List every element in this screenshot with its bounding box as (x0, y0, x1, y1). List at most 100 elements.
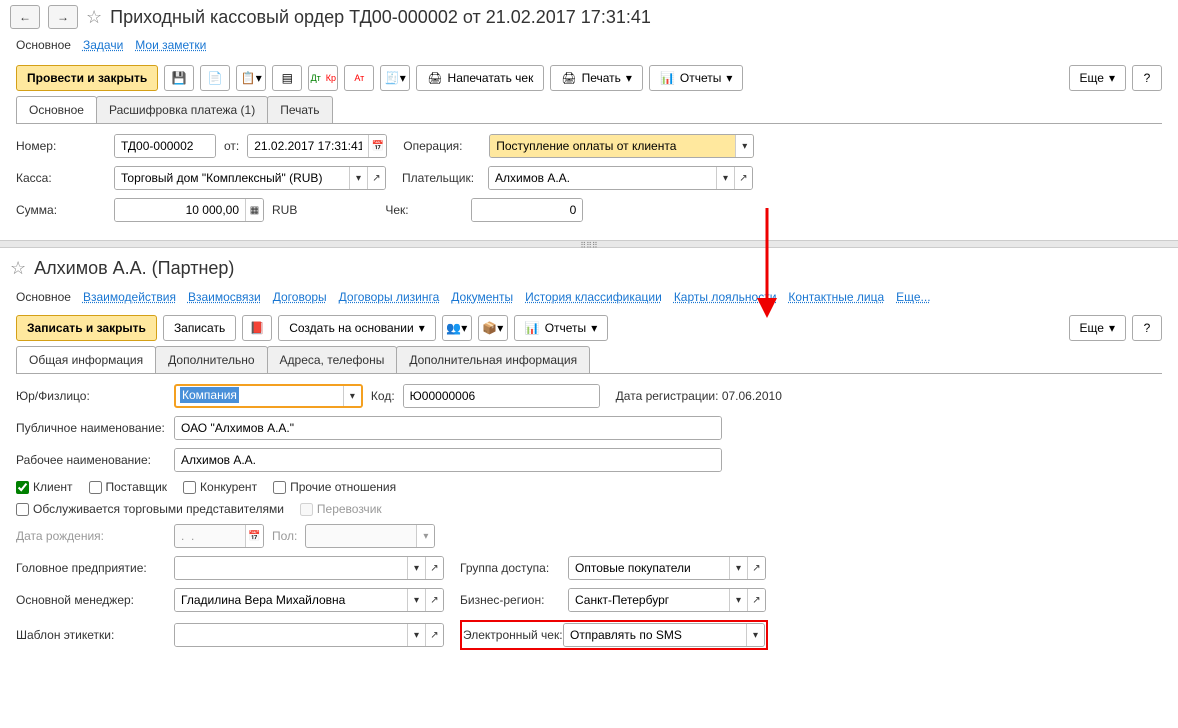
dropdown-icon[interactable]: ▾ (343, 386, 361, 406)
tab-general[interactable]: Общая информация (16, 346, 156, 373)
dropdown-icon[interactable]: ▾ (407, 589, 425, 611)
reg-date-label: Дата регистрации: 07.06.2010 (616, 389, 782, 403)
reports-button[interactable]: 📊 Отчеты ▾ (649, 65, 743, 91)
nav-back-button[interactable]: ← (10, 5, 40, 29)
dropdown-icon: ▾ (416, 525, 434, 547)
dropdown-icon[interactable]: ▾ (407, 557, 425, 579)
post-and-close-button[interactable]: Провести и закрыть (16, 65, 158, 91)
head-company-input[interactable]: ▾↗ (174, 556, 444, 580)
section-interactions[interactable]: Взаимодействия (83, 290, 176, 304)
section-main[interactable]: Основное (16, 38, 71, 52)
dropdown-icon[interactable]: ▾ (729, 589, 747, 611)
open-icon[interactable]: ↗ (747, 589, 765, 611)
save-icon-button[interactable]: 💾 (164, 65, 194, 91)
serviced-checkbox[interactable]: Обслуживается торговыми представителями (16, 502, 284, 516)
dropdown-icon[interactable]: ▾ (349, 167, 367, 189)
open-icon[interactable]: ↗ (734, 167, 752, 189)
number-input[interactable] (114, 134, 216, 158)
document-icon-button[interactable]: ▤ (272, 65, 302, 91)
public-name-input[interactable] (174, 416, 722, 440)
dropdown-icon[interactable]: ▾ (407, 624, 425, 646)
sum-input[interactable]: ▦ (114, 198, 264, 222)
section-more[interactable]: Еще... (896, 290, 930, 304)
open-icon[interactable]: ↗ (425, 557, 443, 579)
cancel-post-button[interactable]: Ат (344, 65, 374, 91)
book-icon-button[interactable]: 📕 (242, 315, 272, 341)
open-icon[interactable]: ↗ (425, 624, 443, 646)
section-relations[interactable]: Взаимосвязи (188, 290, 261, 304)
section-main[interactable]: Основное (16, 290, 71, 304)
favorite-icon[interactable]: ☆ (10, 258, 26, 279)
tab-print[interactable]: Печать (267, 96, 332, 123)
echeck-label: Электронный чек: (463, 628, 563, 642)
section-loyalty[interactable]: Карты лояльности (674, 290, 777, 304)
calendar-icon: 📅 (245, 525, 263, 547)
print-button[interactable]: 🖨 Печать ▾ (550, 65, 643, 91)
check-input[interactable] (471, 198, 583, 222)
head-company-label: Головное предприятие: (16, 561, 166, 575)
dropdown-icon[interactable]: ▾ (746, 624, 764, 646)
client-checkbox[interactable]: Клиент (16, 480, 73, 494)
work-name-input[interactable] (174, 448, 722, 472)
debit-credit-button[interactable]: ДтКр (308, 65, 338, 91)
section-tasks[interactable]: Задачи (83, 38, 123, 52)
section-docs[interactable]: Документы (451, 290, 513, 304)
tab-main[interactable]: Основное (16, 96, 97, 123)
save-and-close-button[interactable]: Записать и закрыть (16, 315, 157, 341)
print-check-button[interactable]: 🖨 Напечатать чек (416, 65, 544, 91)
tab-extra-info[interactable]: Дополнительная информация (396, 346, 590, 373)
open-icon[interactable]: ↗ (747, 557, 765, 579)
save-button[interactable]: Записать (163, 315, 236, 341)
legal-input[interactable]: Компания▾ (174, 384, 363, 408)
open-icon[interactable]: ↗ (425, 589, 443, 611)
nav-forward-button[interactable]: → (48, 5, 78, 29)
competitor-checkbox[interactable]: Конкурент (183, 480, 257, 494)
dropdown-icon[interactable]: ▾ (735, 135, 753, 157)
label-template-input[interactable]: ▾↗ (174, 623, 444, 647)
archive-icon-button[interactable]: 📦▾ (478, 315, 508, 341)
section-leasing[interactable]: Договоры лизинга (339, 290, 440, 304)
tab-additional[interactable]: Дополнительно (155, 346, 267, 373)
supplier-checkbox[interactable]: Поставщик (89, 480, 168, 494)
calendar-icon[interactable]: 📅 (368, 135, 386, 157)
code-input[interactable] (403, 384, 600, 408)
currency-label: RUB (272, 203, 297, 217)
access-group-input[interactable]: ▾↗ (568, 556, 766, 580)
payer-input[interactable]: ▾↗ (488, 166, 753, 190)
section-history[interactable]: История классификации (525, 290, 662, 304)
operation-input[interactable]: ▾ (489, 134, 754, 158)
region-input[interactable]: ▾↗ (568, 588, 766, 612)
tab-addresses[interactable]: Адреса, телефоны (267, 346, 398, 373)
favorite-icon[interactable]: ☆ (86, 7, 102, 28)
dropdown-icon[interactable]: ▾ (716, 167, 734, 189)
receipt-icon-button[interactable]: 🧾▾ (380, 65, 410, 91)
echeck-input[interactable]: ▾ (563, 623, 765, 647)
dropdown-icon[interactable]: ▾ (729, 557, 747, 579)
splitter[interactable]: ⠿⠿⠿ (0, 240, 1178, 248)
gender-input: ▾ (305, 524, 435, 548)
other-rel-checkbox[interactable]: Прочие отношения (273, 480, 396, 494)
birth-input: 📅 (174, 524, 264, 548)
tab-payment-detail[interactable]: Расшифровка платежа (1) (96, 96, 268, 123)
create-based-button[interactable]: Создать на основании ▾ (278, 315, 436, 341)
dropdown-icon-button[interactable]: 📋▾ (236, 65, 266, 91)
cashbox-input[interactable]: ▾↗ (114, 166, 386, 190)
work-name-label: Рабочее наименование: (16, 453, 166, 467)
carrier-checkbox: Перевозчик (300, 502, 382, 516)
date-input[interactable]: 📅 (247, 134, 387, 158)
more-button[interactable]: Еще ▾ (1069, 65, 1126, 91)
calculator-icon[interactable]: ▦ (245, 199, 263, 221)
date-label: от: (224, 139, 239, 153)
section-contracts[interactable]: Договоры (273, 290, 327, 304)
reports-button[interactable]: 📊 Отчеты ▾ (514, 315, 608, 341)
section-contacts[interactable]: Контактные лица (788, 290, 884, 304)
users-icon-button[interactable]: 👥▾ (442, 315, 472, 341)
help-button[interactable]: ? (1132, 65, 1162, 91)
more-button[interactable]: Еще ▾ (1069, 315, 1126, 341)
help-button[interactable]: ? (1132, 315, 1162, 341)
gender-label: Пол: (272, 529, 297, 543)
section-notes[interactable]: Мои заметки (135, 38, 206, 52)
post-icon-button[interactable]: 📄 (200, 65, 230, 91)
manager-input[interactable]: ▾↗ (174, 588, 444, 612)
open-icon[interactable]: ↗ (367, 167, 385, 189)
